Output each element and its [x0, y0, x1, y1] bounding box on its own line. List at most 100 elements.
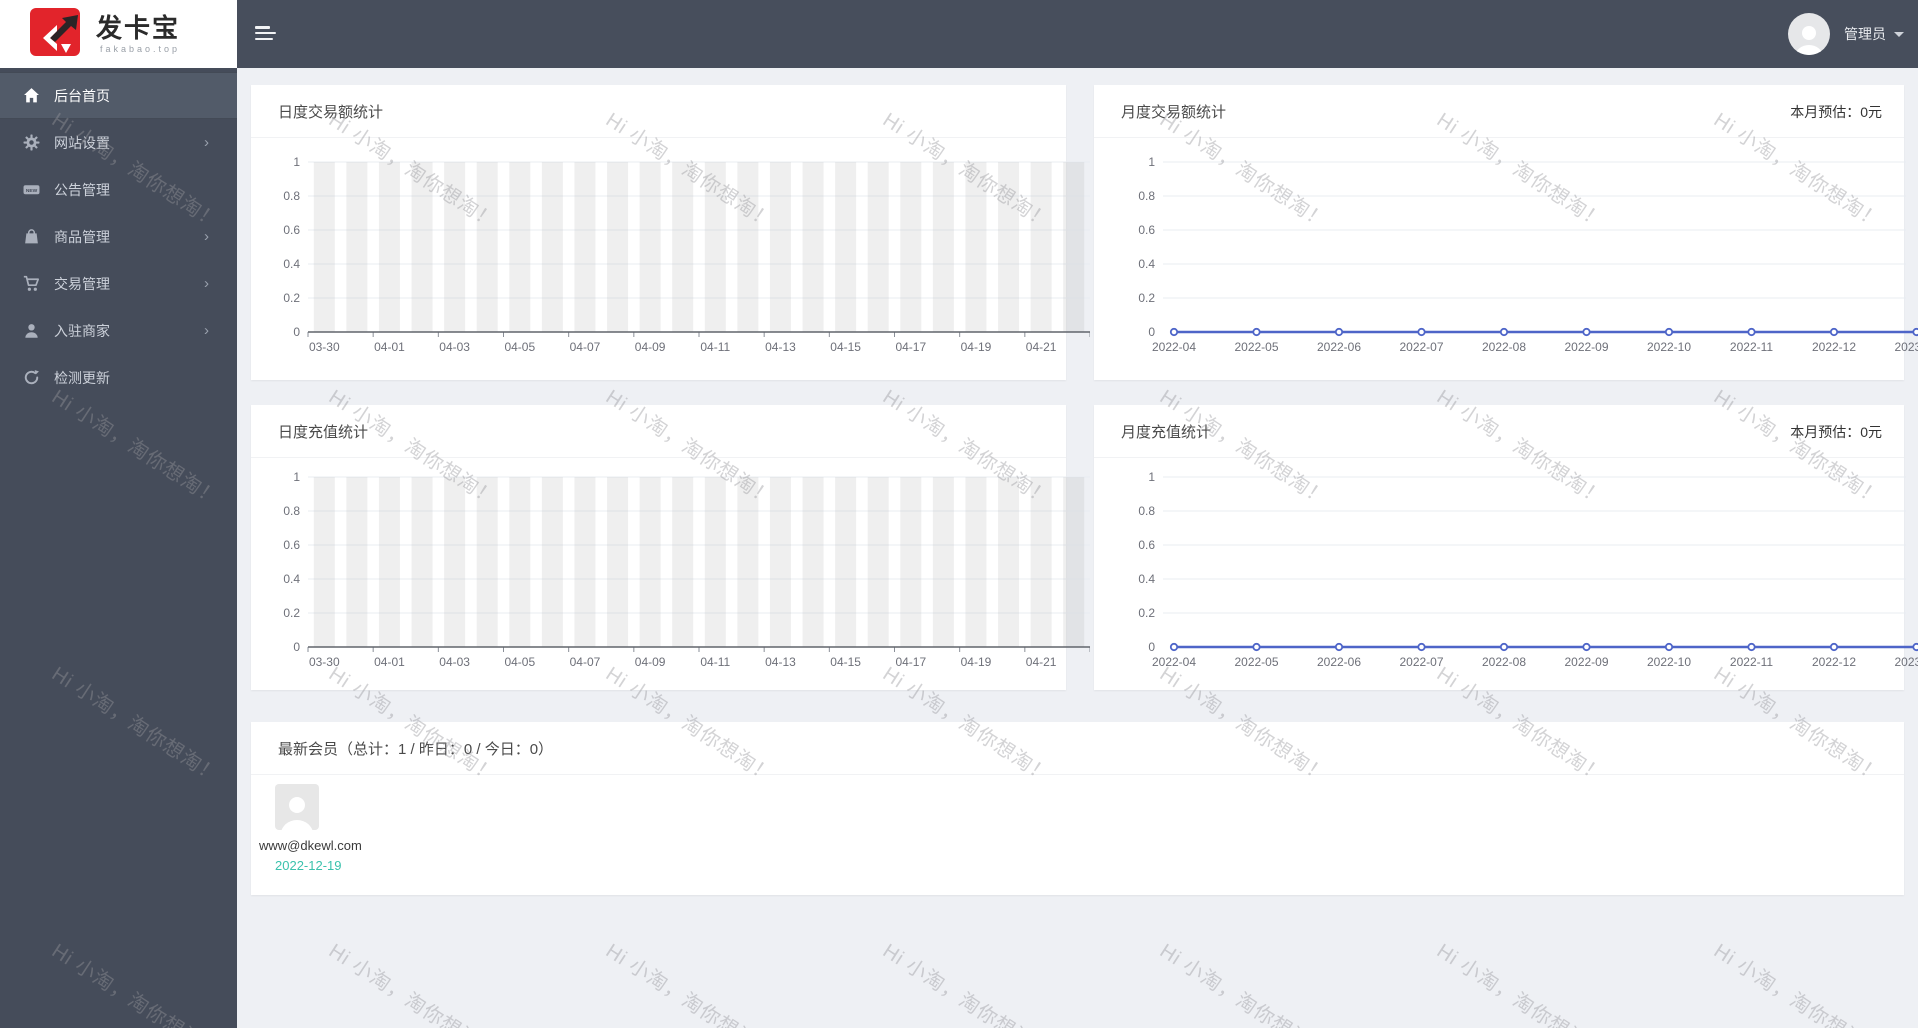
sidebar-item-3[interactable]: NEW 公告管理	[0, 166, 237, 213]
gear-icon	[22, 134, 40, 152]
svg-text:2022-12: 2022-12	[1812, 340, 1856, 354]
svg-text:04-17: 04-17	[895, 655, 926, 669]
month-estimate: 本月预估：0元	[1790, 424, 1882, 440]
svg-text:0.8: 0.8	[1138, 504, 1155, 518]
svg-text:2022-09: 2022-09	[1564, 340, 1608, 354]
watermark-text: Hi 小淘，淘你想淘！	[1432, 940, 1609, 1028]
svg-text:2022-11: 2022-11	[1730, 655, 1773, 669]
brand-name: 发卡宝	[96, 13, 181, 43]
svg-text:2022-11: 2022-11	[1730, 340, 1773, 354]
divider	[1094, 137, 1904, 138]
svg-text:2022-04: 2022-04	[1152, 655, 1196, 669]
svg-text:04-21: 04-21	[1026, 340, 1057, 354]
watermark-text: Hi 小淘，淘你想淘！	[324, 940, 501, 1028]
svg-text:2022-06: 2022-06	[1317, 340, 1361, 354]
sidebar-item-7[interactable]: 检测更新	[0, 354, 237, 401]
sidebar-item-2[interactable]: 网站设置 ›	[0, 119, 237, 166]
sidebar-item-label: 检测更新	[54, 369, 110, 386]
svg-text:0.6: 0.6	[1138, 223, 1155, 237]
watermark-text: Hi 小淘，淘你想淘！	[878, 940, 1055, 1028]
divider	[1094, 457, 1904, 458]
svg-text:2023-01: 2023-01	[1894, 655, 1918, 669]
svg-text:0.2: 0.2	[283, 606, 300, 620]
sidebar-item-5[interactable]: 交易管理 ›	[0, 260, 237, 307]
svg-text:2022-05: 2022-05	[1234, 655, 1278, 669]
svg-text:04-15: 04-15	[830, 655, 861, 669]
watermark-text: Hi 小淘，淘你想淘！	[1155, 940, 1332, 1028]
svg-text:0.6: 0.6	[283, 538, 300, 552]
sidebar-item-label: 入驻商家	[54, 322, 110, 339]
svg-text:2022-12: 2022-12	[1812, 655, 1856, 669]
svg-text:03-30: 03-30	[309, 655, 340, 669]
svg-text:04-15: 04-15	[830, 340, 861, 354]
svg-text:1: 1	[293, 155, 300, 169]
svg-text:2022-08: 2022-08	[1482, 655, 1526, 669]
svg-text:2023-01: 2023-01	[1894, 340, 1918, 354]
svg-text:04-07: 04-07	[570, 655, 601, 669]
sidebar-item-6[interactable]: 入驻商家 ›	[0, 307, 237, 354]
card-title: 月度充值统计	[1121, 424, 1212, 441]
svg-text:2022-08: 2022-08	[1482, 340, 1526, 354]
svg-text:04-13: 04-13	[765, 340, 796, 354]
brand-logo-icon	[30, 8, 80, 56]
svg-text:04-09: 04-09	[635, 340, 666, 354]
svg-text:04-19: 04-19	[961, 655, 992, 669]
svg-text:0: 0	[1148, 640, 1155, 654]
sidebar-item-4[interactable]: 商品管理 ›	[0, 213, 237, 260]
chevron-right-icon: ›	[204, 322, 209, 339]
svg-text:2022-10: 2022-10	[1647, 655, 1691, 669]
sidebar-item-1[interactable]: 后台首页	[0, 72, 237, 119]
user-menu[interactable]: 管理员	[1788, 0, 1904, 68]
logo[interactable]: 发卡宝 fakabao.top	[0, 0, 237, 68]
sidebar-item-label: 公告管理	[54, 181, 110, 198]
card-title: 日度交易额统计	[278, 104, 384, 121]
chevron-right-icon: ›	[204, 134, 209, 151]
svg-text:2022-09: 2022-09	[1564, 655, 1608, 669]
card-title: 最新会员（总计：1 / 昨日：0 / 今日：0）	[278, 741, 554, 758]
svg-text:0.2: 0.2	[1138, 291, 1155, 305]
svg-text:1: 1	[1148, 155, 1155, 169]
svg-text:1: 1	[1148, 470, 1155, 484]
svg-text:0: 0	[293, 325, 300, 339]
svg-text:1: 1	[293, 470, 300, 484]
monthly-trade-chart: 0 0.2 0.4 0.6 0.8 1 2022-04 2022-05 2022-06 2022-…	[1138, 155, 1918, 354]
sidebar-item-label: 后台首页	[54, 87, 110, 104]
svg-text:04-11: 04-11	[700, 655, 730, 669]
member-item[interactable]: www@dkewl.com 2022-12-19	[259, 784, 399, 873]
svg-text:04-05: 04-05	[504, 340, 535, 354]
svg-text:0.2: 0.2	[1138, 606, 1155, 620]
person-icon	[281, 797, 313, 830]
sidebar-item-label: 商品管理	[54, 228, 110, 245]
divider	[251, 457, 1066, 458]
svg-text:2022-10: 2022-10	[1647, 340, 1691, 354]
svg-text:04-19: 04-19	[961, 340, 992, 354]
hamburger-menu-icon[interactable]	[255, 26, 276, 41]
divider	[251, 137, 1066, 138]
svg-text:04-11: 04-11	[700, 340, 730, 354]
svg-text:0: 0	[293, 640, 300, 654]
svg-text:0.8: 0.8	[1138, 189, 1155, 203]
svg-text:0.4: 0.4	[283, 572, 300, 586]
svg-text:0.8: 0.8	[283, 189, 300, 203]
monthly-recharge-chart: 0 0.2 0.4 0.6 0.8 1 2022-04 2022-05 2022-06 2022-…	[1138, 470, 1918, 669]
svg-text:NEW: NEW	[25, 188, 37, 194]
user-avatar[interactable]	[1788, 13, 1830, 55]
update-icon	[22, 369, 40, 387]
home-icon	[22, 87, 40, 105]
sidebar-item-label: 交易管理	[54, 275, 110, 292]
svg-text:2022-05: 2022-05	[1234, 340, 1278, 354]
svg-text:04-13: 04-13	[765, 655, 796, 669]
chevron-right-icon: ›	[204, 275, 209, 292]
sidebar-item-label: 网站设置	[54, 134, 110, 151]
svg-text:04-03: 04-03	[439, 655, 470, 669]
announce-icon: NEW	[22, 181, 40, 199]
svg-text:04-03: 04-03	[439, 340, 470, 354]
bag-icon	[22, 228, 40, 246]
card-monthly-recharge: 月度充值统计 本月预估：0元 0 0.2 0.4 0.6 0.8 1 2022-04 2022…	[1094, 405, 1918, 690]
svg-text:0.4: 0.4	[283, 257, 300, 271]
card-monthly-trade: 月度交易额统计 本月预估：0元 0 0.2 0.4 0.6 0.8 1 2022-04 202…	[1094, 85, 1918, 380]
card-title: 月度交易额统计	[1121, 104, 1227, 121]
svg-text:0.6: 0.6	[283, 223, 300, 237]
card-daily-recharge: 日度充值统计 0 0.2 0.4 0.6 0.8 1 03-30 04-01 04-03 04-0…	[251, 405, 1090, 690]
svg-text:0.2: 0.2	[283, 291, 300, 305]
